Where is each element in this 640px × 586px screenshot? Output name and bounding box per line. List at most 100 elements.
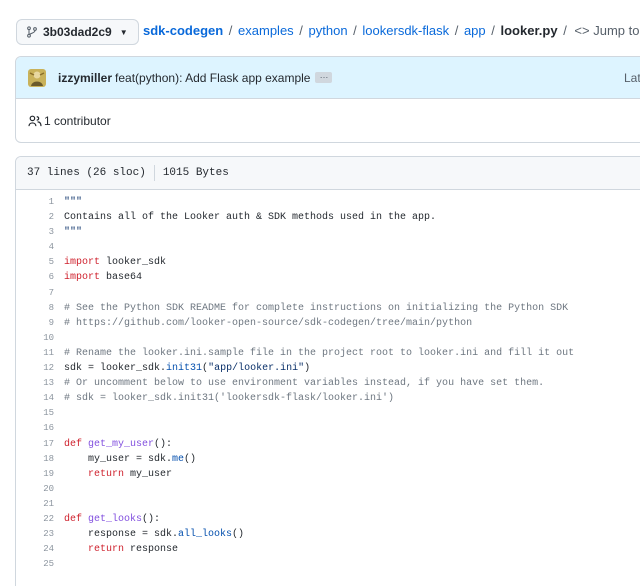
code-text: # Or uncomment below to use environment … xyxy=(64,378,545,390)
code-text: def get_looks(): xyxy=(64,513,161,525)
breadcrumb-link-examples[interactable]: examples xyxy=(238,23,294,38)
line-number[interactable]: 16 xyxy=(16,421,54,436)
code-line: 10 xyxy=(16,331,640,346)
code-text: """ xyxy=(64,227,83,239)
commit-message-link[interactable]: feat(python): Add Flask app example xyxy=(115,71,310,85)
line-number[interactable]: 23 xyxy=(16,527,54,542)
commit-author-link[interactable]: izzymiller xyxy=(58,71,112,85)
code-text: # sdk = looker_sdk.init31('lookersdk-fla… xyxy=(64,393,395,405)
expand-commit-message-button[interactable]: … xyxy=(315,71,333,83)
code-text: return my_user xyxy=(88,468,173,480)
breadcrumb-file-name: looker.py xyxy=(500,23,558,38)
line-number[interactable]: 6 xyxy=(16,270,54,285)
code-line: 14 # sdk = looker_sdk.init31('lookersdk-f… xyxy=(16,391,640,406)
line-number[interactable]: 17 xyxy=(16,437,54,452)
file-size: 1015 Bytes xyxy=(162,167,229,179)
jump-to-button[interactable]: <> Jump to ▼ xyxy=(574,23,640,38)
code-line: 12 sdk = looker_sdk.init31("app/looker.in… xyxy=(16,361,640,376)
line-number[interactable]: 25 xyxy=(16,557,54,572)
branch-name: 3b03dad2c9 xyxy=(43,25,112,39)
line-number[interactable]: 24 xyxy=(16,542,54,557)
code-line: 1 """ xyxy=(16,195,640,210)
breadcrumb-link-lookersdk-flask[interactable]: lookersdk-flask xyxy=(362,23,449,38)
breadcrumb: sdk-codegen / examples / python / looker… xyxy=(143,23,640,38)
code-line: 15 xyxy=(16,406,640,421)
code-line: 23 response = sdk.all_looks() xyxy=(16,527,640,542)
code-icon: <> xyxy=(574,23,590,38)
jump-to-label: Jump to xyxy=(593,23,640,38)
line-number[interactable]: 12 xyxy=(16,361,54,376)
code-line: 5 import looker_sdk xyxy=(16,255,640,270)
code-text: # Rename the looker.ini.sample file in t… xyxy=(64,347,575,359)
code-line: 16 xyxy=(16,421,640,436)
code-text: my_user = sdk.me() xyxy=(64,453,197,465)
code-text: import looker_sdk xyxy=(64,257,167,269)
code-block: 1 """ 2 Contains all of the Looker auth & S… xyxy=(16,195,640,572)
line-number[interactable]: 18 xyxy=(16,452,54,467)
code-line: 21 xyxy=(16,497,640,512)
line-number[interactable]: 9 xyxy=(16,316,54,331)
contributors-link[interactable]: 1 contributor xyxy=(44,114,111,128)
code-text: def get_my_user(): xyxy=(64,438,173,450)
code-line: 7 xyxy=(16,286,640,301)
code-line: 6 import base64 xyxy=(16,270,640,285)
code-text: return response xyxy=(88,544,179,556)
code-line: 8 # See the Python SDK README for complet… xyxy=(16,301,640,316)
code-line: 13 # Or uncomment below to use environmen… xyxy=(16,376,640,391)
code-line: 2 Contains all of the Looker auth & SDK m… xyxy=(16,210,640,225)
latest-commit-label[interactable]: Latest c xyxy=(624,71,640,85)
contributors-row: 1 contributor xyxy=(16,99,640,142)
code-line: 9 # https://github.com/looker-open-source… xyxy=(16,316,640,331)
line-number[interactable]: 21 xyxy=(16,497,54,512)
line-number[interactable]: 8 xyxy=(16,301,54,316)
code-text: # https://github.com/looker-open-source/… xyxy=(64,317,473,329)
line-number[interactable]: 5 xyxy=(16,255,54,270)
branch-selector-button[interactable]: 3b03dad2c9 ▼ xyxy=(16,19,139,45)
code-text: # See the Python SDK README for complete… xyxy=(64,302,569,314)
code-text: response = sdk.all_looks() xyxy=(64,529,245,541)
code-line: 20 xyxy=(16,482,640,497)
line-number[interactable]: 4 xyxy=(16,240,54,255)
line-number[interactable]: 19 xyxy=(16,467,54,482)
code-text: Contains all of the Looker auth & SDK me… xyxy=(64,212,437,224)
code-line: 19 return my_user xyxy=(16,467,640,482)
line-number[interactable]: 11 xyxy=(16,346,54,361)
code-text: sdk = looker_sdk.init31("app/looker.ini"… xyxy=(64,363,311,375)
code-line: 3 """ xyxy=(16,225,640,240)
latest-commit-row: izzymiller feat(python): Add Flask app e… xyxy=(16,57,640,99)
line-number[interactable]: 1 xyxy=(16,195,54,210)
file-line-count: 37 lines (26 sloc) xyxy=(27,167,146,179)
code-line: 4 xyxy=(16,240,640,255)
breadcrumb-link-app[interactable]: app xyxy=(464,23,486,38)
code-line: 22 def get_looks(): xyxy=(16,512,640,527)
people-icon xyxy=(28,115,42,127)
line-number[interactable]: 7 xyxy=(16,286,54,301)
avatar[interactable] xyxy=(28,68,46,87)
line-number[interactable]: 13 xyxy=(16,376,54,391)
line-number[interactable]: 3 xyxy=(16,225,54,240)
code-line: 11 # Rename the looker.ini.sample file in… xyxy=(16,346,640,361)
line-number[interactable]: 2 xyxy=(16,210,54,225)
chevron-down-icon: ▼ xyxy=(119,27,128,37)
code-line: 24 return response xyxy=(16,542,640,557)
code-text: """ xyxy=(64,197,83,208)
line-number[interactable]: 20 xyxy=(16,482,54,497)
divider xyxy=(153,165,155,181)
line-number[interactable]: 22 xyxy=(16,512,54,527)
breadcrumb-link-python[interactable]: python xyxy=(309,23,348,38)
git-branch-icon xyxy=(27,26,37,38)
line-number[interactable]: 15 xyxy=(16,406,54,421)
line-number[interactable]: 10 xyxy=(16,331,54,346)
breadcrumb-repo-link[interactable]: sdk-codegen xyxy=(143,23,223,38)
latest-commit-box: izzymiller feat(python): Add Flask app e… xyxy=(15,56,640,143)
code-line: 18 my_user = sdk.me() xyxy=(16,452,640,467)
line-number[interactable]: 14 xyxy=(16,391,54,406)
code-text: import base64 xyxy=(64,272,143,284)
